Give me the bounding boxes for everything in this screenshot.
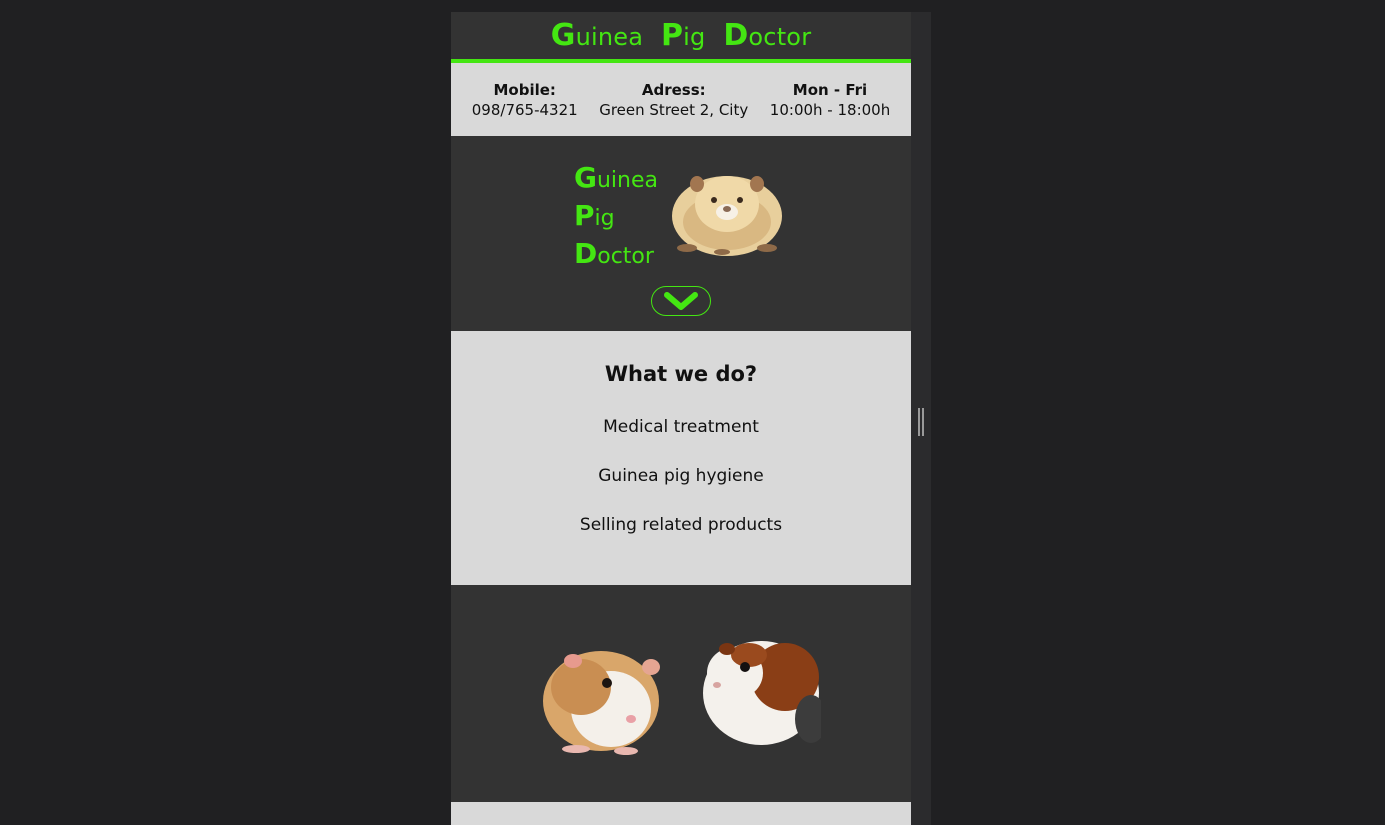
- guinea-pig-photo-1: [543, 651, 660, 755]
- services-section: What we do? Medical treatment Guinea pig…: [451, 331, 911, 585]
- address-value: Green Street 2, City: [599, 100, 749, 119]
- mobile-info: Mobile: 098/765-4321: [472, 81, 578, 119]
- title-word-pig: Pig: [660, 18, 706, 53]
- site-title[interactable]: Guinea Pig Doctor: [546, 18, 817, 53]
- hours-label: Mon - Fri: [792, 80, 868, 99]
- chevron-down-icon: [664, 292, 698, 310]
- mobile-label: Mobile:: [493, 80, 556, 99]
- service-item: Medical treatment: [603, 417, 759, 437]
- hero-section: Guinea Pig Doctor: [451, 136, 911, 331]
- gallery-section: [451, 585, 911, 802]
- address-label: Adress:: [641, 80, 706, 99]
- service-item: Guinea pig hygiene: [598, 466, 764, 486]
- mobile-number[interactable]: 098/765-4321: [472, 101, 578, 119]
- hours-value: 10:00h - 18:00h: [769, 100, 891, 119]
- contact-info-bar: Mobile: 098/765-4321 Adress: Green Stree…: [451, 63, 911, 136]
- service-item: Selling related products: [579, 515, 783, 535]
- guinea-pig-illustration: [672, 176, 782, 256]
- viewport-resize-handle[interactable]: [918, 408, 924, 436]
- title-word-guinea: Guinea: [550, 18, 644, 53]
- hours-info: Mon - Fri 10:00h - 18:00h: [770, 81, 890, 119]
- address-info: Adress: Green Street 2, City: [599, 81, 748, 119]
- site-header: Guinea Pig Doctor: [451, 12, 911, 63]
- next-section-strip: [451, 802, 911, 825]
- page: Guinea Pig Doctor Mobile: 098/765-4321 A…: [451, 12, 911, 825]
- scroll-down-button[interactable]: [651, 286, 711, 316]
- title-word-doctor: Doctor: [723, 18, 812, 53]
- services-heading: What we do?: [604, 362, 758, 386]
- guinea-pig-photo-2: [703, 641, 821, 745]
- hero-logo-text: Guinea Pig Doctor: [574, 161, 658, 270]
